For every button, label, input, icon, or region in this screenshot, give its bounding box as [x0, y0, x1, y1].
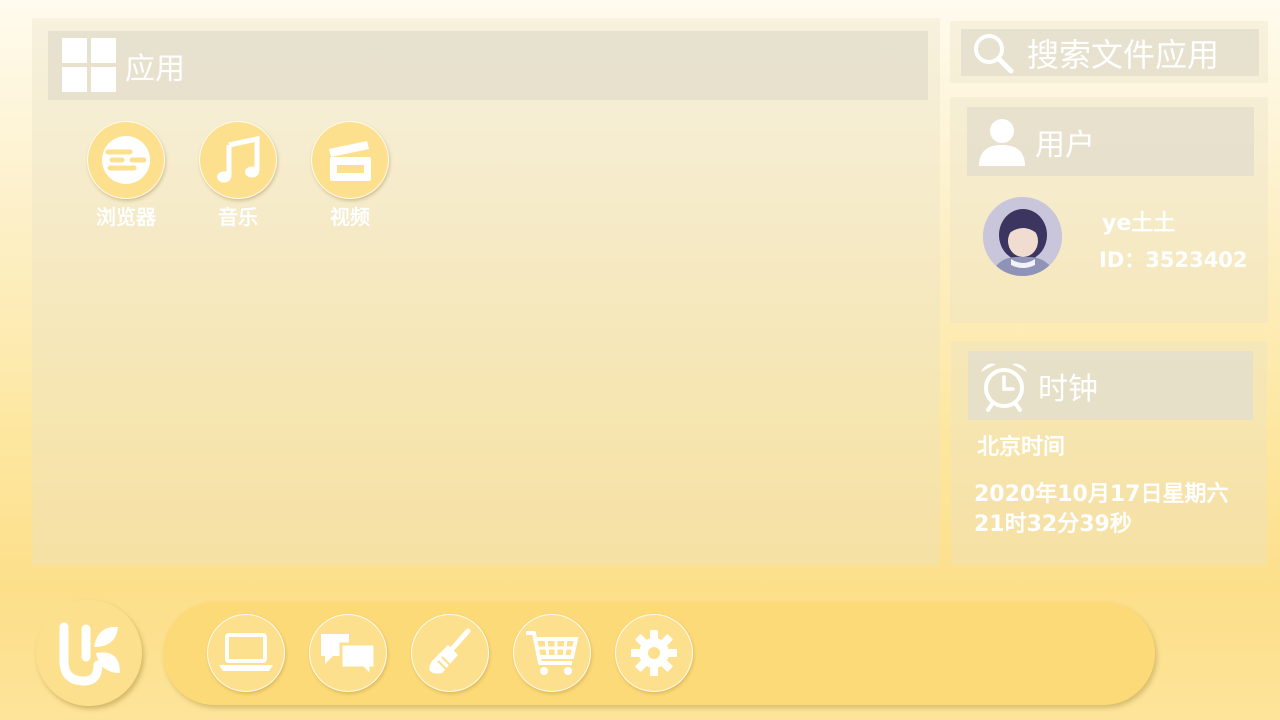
cart-icon [526, 631, 579, 675]
app-label: 音乐 [218, 205, 258, 229]
app-browser[interactable]: 浏览器 [70, 121, 182, 230]
dock-computer-button[interactable] [207, 614, 285, 692]
app-grid: 浏览器 音乐 视频 [70, 121, 406, 230]
music-note-icon[interactable] [199, 121, 277, 199]
user-panel: 用户 ye土土 ID：3523402 [950, 97, 1268, 323]
search-panel: 搜索文件应用 [950, 21, 1268, 83]
apps-title: 应用 [125, 51, 185, 87]
dock-cleaner-button[interactable] [411, 614, 489, 692]
avatar[interactable] [983, 197, 1062, 276]
search-placeholder: 搜索文件应用 [1027, 35, 1220, 74]
clapperboard-icon[interactable] [311, 121, 389, 199]
broom-icon [429, 628, 471, 674]
browser-icon[interactable] [87, 121, 165, 199]
gear-icon [631, 630, 677, 676]
dock-chat-button[interactable] [309, 614, 387, 692]
date-text: 2020年10月17日星期六 [974, 482, 1229, 507]
clock-title: 时钟 [1038, 371, 1098, 407]
user-header: 用户 [967, 107, 1254, 176]
search-input[interactable]: 搜索文件应用 [961, 29, 1259, 76]
app-music[interactable]: 音乐 [182, 121, 294, 230]
user-id: ID：3523402 [1099, 248, 1248, 272]
user-name: ye土土 [1102, 211, 1176, 236]
alarm-clock-icon [981, 363, 1027, 412]
dock-store-button[interactable] [513, 614, 591, 692]
clock-panel: 时钟 北京时间 2020年10月17日星期六 21时32分39秒 [951, 341, 1267, 565]
uk-logo-icon [59, 622, 120, 686]
grid-icon [62, 38, 117, 93]
user-title: 用户 [1035, 127, 1095, 163]
dock-settings-button[interactable] [615, 614, 693, 692]
search-icon [974, 33, 1014, 73]
user-icon [979, 118, 1025, 166]
dock [163, 602, 1155, 705]
start-button[interactable] [36, 600, 142, 706]
app-label: 浏览器 [96, 205, 156, 229]
app-video[interactable]: 视频 [294, 121, 406, 230]
time-text: 21时32分39秒 [974, 512, 1132, 537]
apps-header: 应用 [48, 31, 928, 100]
apps-panel: 应用 浏览器 音乐 视频 [32, 18, 940, 565]
laptop-icon [219, 633, 273, 671]
clock-header: 时钟 [968, 351, 1253, 420]
timezone-label: 北京时间 [977, 435, 1066, 460]
app-label: 视频 [330, 205, 370, 229]
chat-icon [321, 634, 377, 678]
